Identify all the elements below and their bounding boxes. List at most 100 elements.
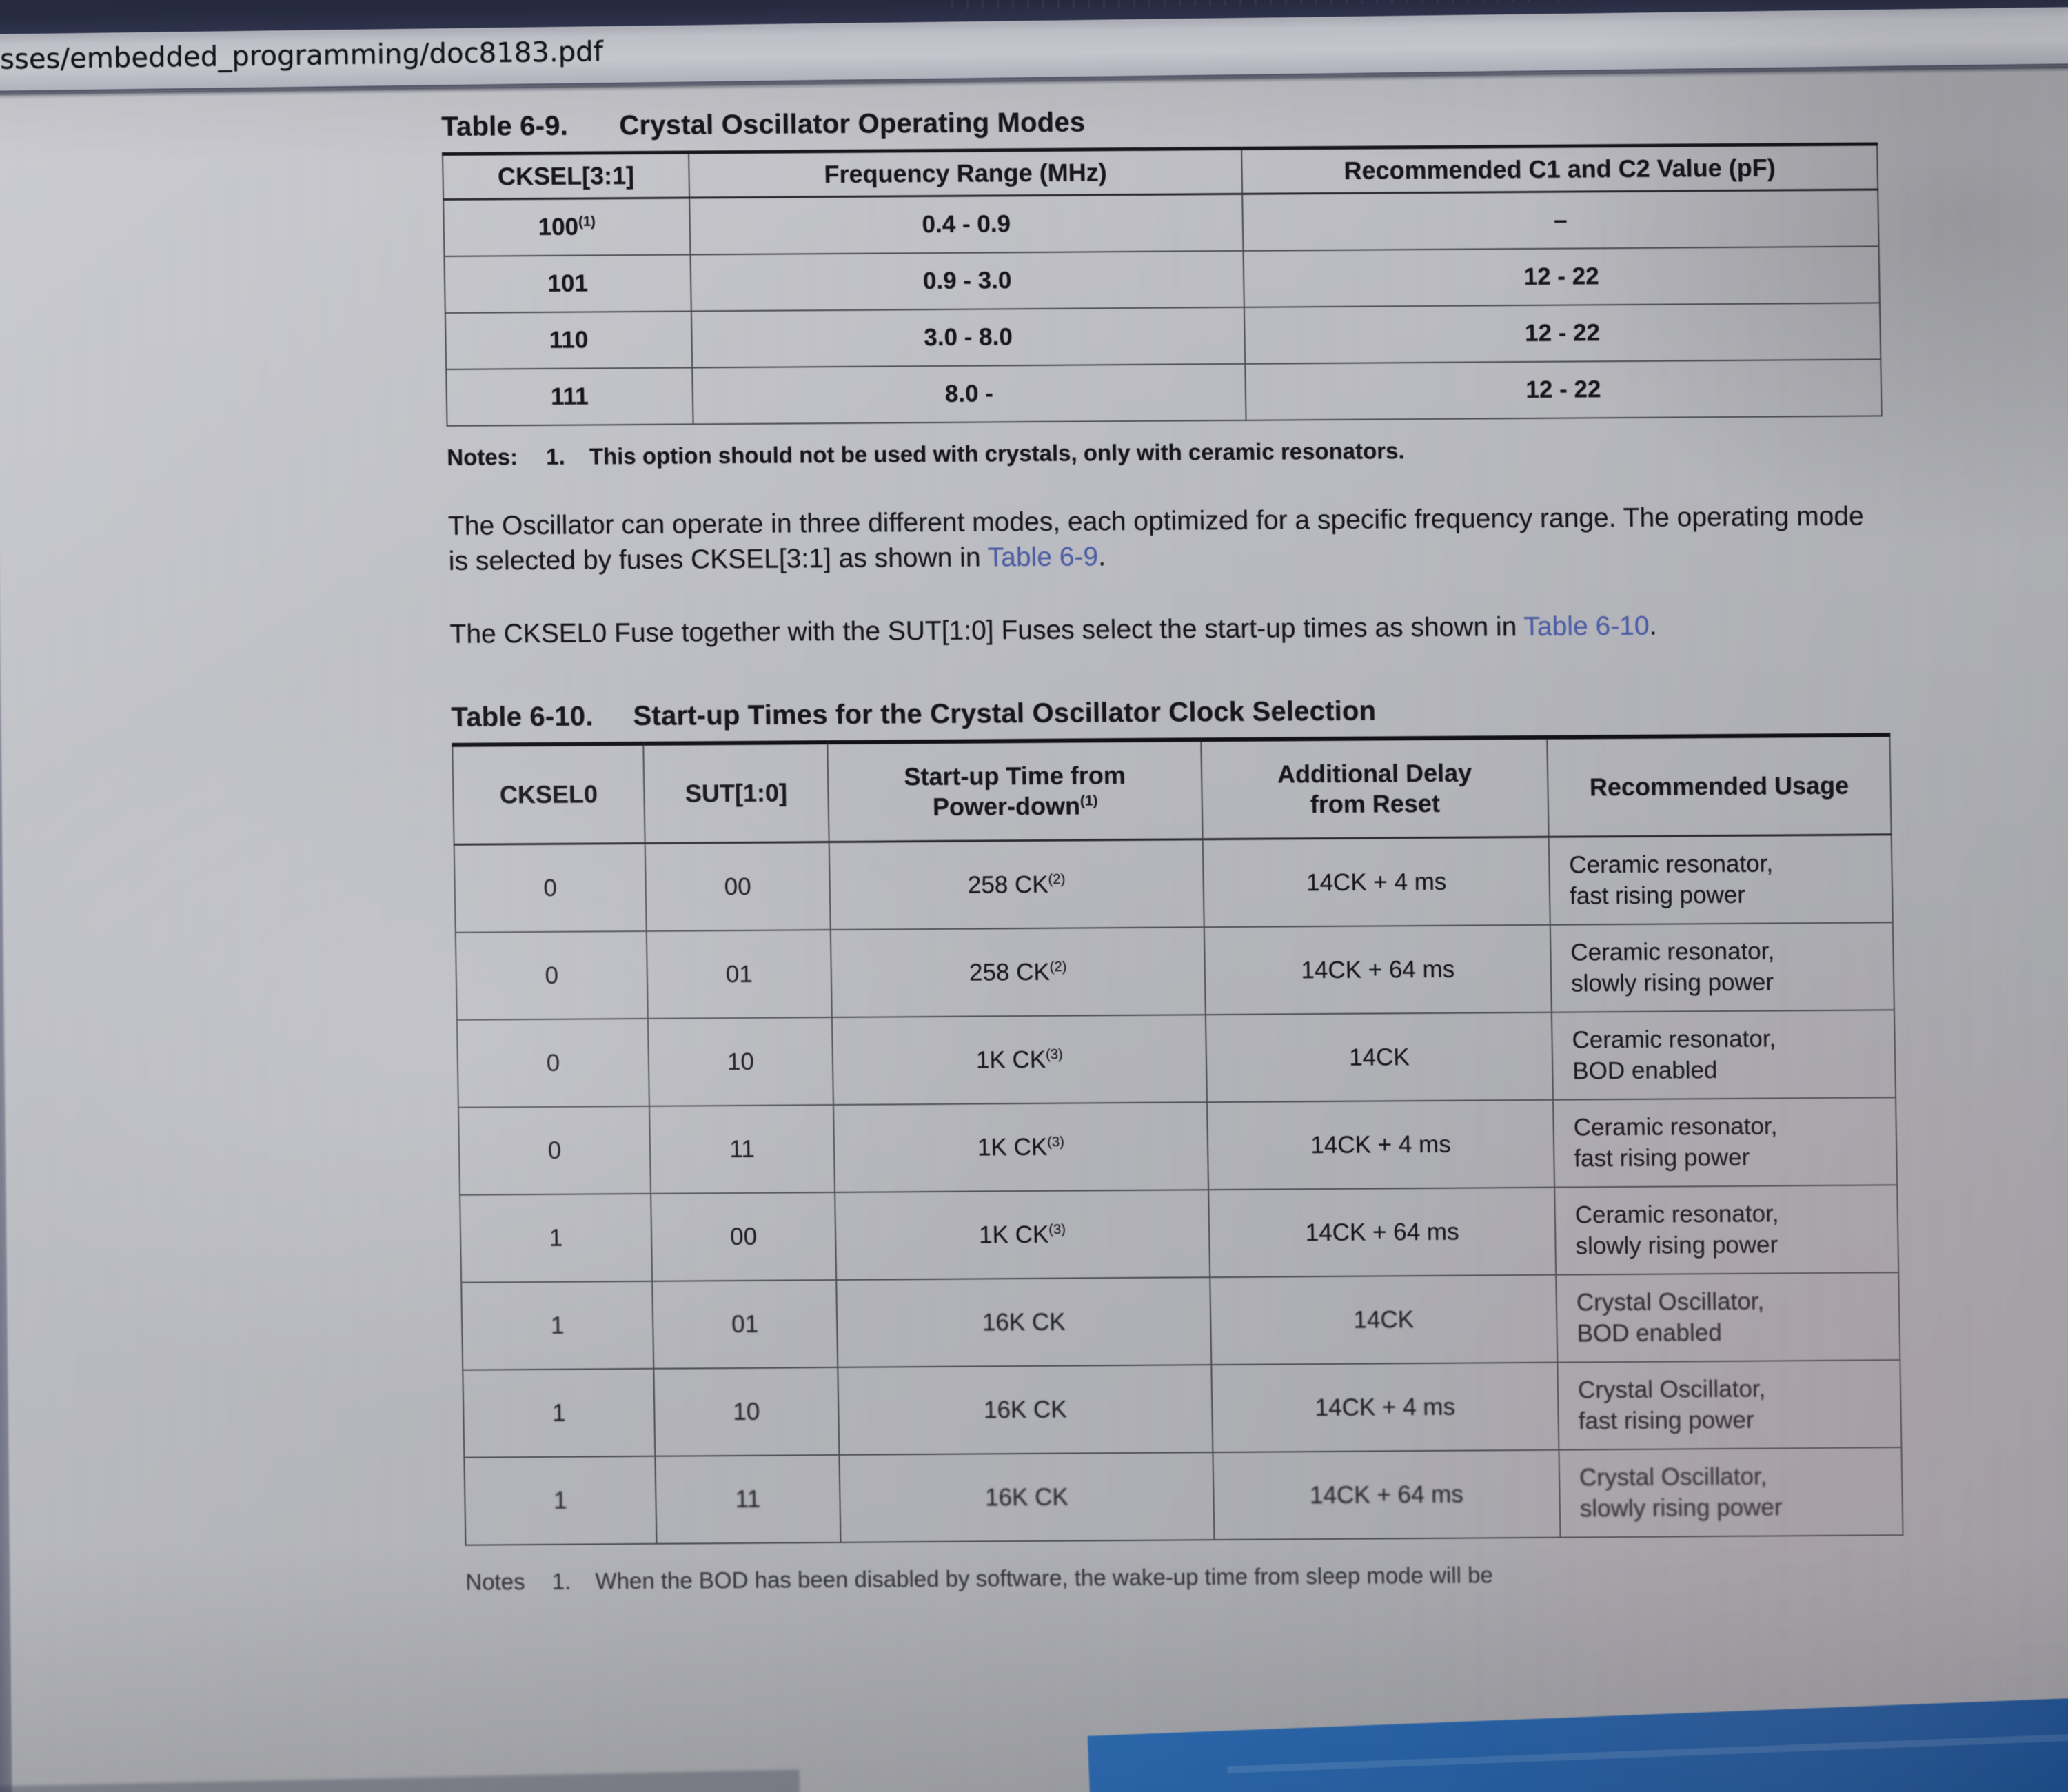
cell-additional-delay: 14CK xyxy=(1205,1012,1553,1103)
footnote-marker: (2) xyxy=(1048,871,1066,887)
table-row: 1 10 16K CK 14CK + 4 ms Crystal Oscillator, f… xyxy=(463,1360,1902,1458)
cell-recommended-usage: Ceramic resonator, fast rising power xyxy=(1548,834,1893,925)
table-row: CKSEL0 SUT[1:0] Start-up Time from Power… xyxy=(452,735,1892,845)
cell-frequency: 8.0 - xyxy=(692,363,1246,425)
usage-line-2: BOD enabled xyxy=(1572,1056,1718,1085)
pdf-content: Table 6-9. Crystal Oscillator Operating … xyxy=(441,101,1983,1596)
cell-sut: 01 xyxy=(646,930,832,1019)
cell-frequency: 0.4 - 0.9 xyxy=(689,194,1244,255)
footnote-marker: (2) xyxy=(1049,959,1067,975)
cell-sut: 11 xyxy=(649,1105,835,1194)
usage-line-2: fast rising power xyxy=(1578,1406,1754,1435)
cell-recommended-usage: Ceramic resonator, BOD enabled xyxy=(1551,1010,1896,1100)
notes-text: When the BOD has been disabled by softwa… xyxy=(595,1562,1494,1594)
cell-cksel0: 1 xyxy=(461,1281,654,1370)
cell-cksel: 100(1) xyxy=(443,197,691,256)
xref-table-6-10[interactable]: Table 6-10 xyxy=(1523,611,1650,642)
cell-capacitance: 12 - 22 xyxy=(1245,359,1882,420)
usage-line-2: slowly rising power xyxy=(1575,1230,1778,1260)
cell-sut: 10 xyxy=(647,1017,833,1106)
pdf-page: Table 6-9. Crystal Oscillator Operating … xyxy=(0,84,2068,1792)
table-row: 0 00 258 CK(2) 14CK + 4 ms Ceramic resonator… xyxy=(454,834,1893,933)
table-row: 110 3.0 - 8.0 12 - 22 xyxy=(445,303,1881,369)
cell-startup-time: 1K CK(3) xyxy=(833,1102,1209,1193)
cell-startup-time: 16K CK xyxy=(839,1452,1215,1542)
usage-line-2: BOD enabled xyxy=(1577,1318,1723,1347)
header-line-2: from Reset xyxy=(1310,788,1441,819)
cell-sut: 00 xyxy=(645,842,831,931)
cell-capacitance: 12 - 22 xyxy=(1244,303,1881,364)
notes-label: Notes xyxy=(465,1569,525,1595)
notes-index: 1. xyxy=(551,1568,571,1594)
cell-startup-time: 1K CK(3) xyxy=(835,1190,1210,1281)
usage-line-1: Ceramic resonator, xyxy=(1574,1200,1779,1229)
table-row: 1 11 16K CK 14CK + 64 ms Crystal Oscillator,… xyxy=(464,1447,1903,1545)
table-6-10-title: Table 6-10. Start-up Times for the Cryst… xyxy=(451,692,1968,733)
cell-cksel: 110 xyxy=(445,311,693,369)
cell-startup-time: 258 CK(2) xyxy=(830,927,1206,1018)
table-6-10-number: Table 6-10. xyxy=(451,701,594,733)
cell-startup-time: 16K CK xyxy=(838,1365,1213,1455)
col-header-additional-delay: Additional Delay from Reset xyxy=(1201,737,1549,839)
cell-cksel0: 0 xyxy=(456,1018,649,1108)
cell-capacitance: 12 - 22 xyxy=(1243,246,1880,307)
cell-sut: 11 xyxy=(655,1454,841,1544)
cell-cksel0: 1 xyxy=(460,1193,653,1283)
header-line-1: Additional Delay xyxy=(1277,758,1472,788)
col-header-startup-time: Start-up Time from Power-down(1) xyxy=(827,740,1203,842)
table-6-10-notes: Notes 1. When the BOD has been disabled … xyxy=(465,1558,1983,1595)
xref-table-6-9[interactable]: Table 6-9 xyxy=(987,542,1098,572)
paragraph-text-end: . xyxy=(1097,541,1106,572)
footnote-marker: (3) xyxy=(1046,1134,1065,1150)
cell-cksel: 101 xyxy=(444,254,691,313)
cell-cksel0: 0 xyxy=(458,1106,651,1195)
paragraph-text: The CKSEL0 Fuse together with the SUT[1:… xyxy=(449,612,1524,650)
cell-cksel0: 0 xyxy=(454,843,647,933)
usage-line-1: Ceramic resonator, xyxy=(1569,850,1774,879)
usage-line-1: Ceramic resonator, xyxy=(1570,937,1775,966)
table-6-9-notes: Notes: 1. This option should not be used… xyxy=(447,434,1964,471)
cell-sut: 10 xyxy=(653,1367,840,1456)
cell-additional-delay: 14CK + 64 ms xyxy=(1208,1187,1557,1278)
table-6-9-title: Table 6-9. Crystal Oscillator Operating … xyxy=(441,101,1958,143)
cell-cksel: 111 xyxy=(446,367,693,426)
paragraph-text: The Oscillator can operate in three diff… xyxy=(447,501,1865,576)
table-row: 1 01 16K CK 14CK Crystal Oscillator, BOD enab… xyxy=(461,1272,1900,1370)
col-header-cksel0: CKSEL0 xyxy=(452,743,645,845)
cell-recommended-usage: Crystal Oscillator, slowly rising power xyxy=(1559,1447,1903,1538)
table-6-10: CKSEL0 SUT[1:0] Start-up Time from Power… xyxy=(452,733,1903,1545)
header-line-1: Start-up Time from xyxy=(904,761,1126,791)
cell-additional-delay: 14CK xyxy=(1210,1274,1558,1365)
header-line-2: Power-down xyxy=(932,791,1081,822)
paragraph-text-end: . xyxy=(1649,611,1657,642)
usage-line-2: fast rising power xyxy=(1574,1143,1750,1172)
cell-startup-time: 258 CK(2) xyxy=(829,839,1204,930)
cell-cksel0: 1 xyxy=(463,1368,656,1458)
cell-text: 100 xyxy=(538,213,579,241)
url-text: sses/embedded_programming/doc8183.pdf xyxy=(0,36,604,76)
cell-recommended-usage: Crystal Oscillator, BOD enabled xyxy=(1556,1272,1900,1363)
cell-frequency: 3.0 - 8.0 xyxy=(691,307,1246,368)
col-header-frequency-range: Frequency Range (MHz) xyxy=(689,148,1243,198)
footnote-marker: (1) xyxy=(578,214,596,230)
usage-line-1: Crystal Oscillator, xyxy=(1576,1287,1765,1316)
table-6-9: CKSEL[3:1] Frequency Range (MHz) Recomme… xyxy=(442,142,1883,426)
notes-label: Notes: xyxy=(447,444,518,470)
cell-startup-time: 16K CK xyxy=(836,1277,1212,1368)
cell-additional-delay: 14CK + 64 ms xyxy=(1213,1449,1561,1540)
footnote-marker: (1) xyxy=(1079,793,1098,809)
cell-recommended-usage: Crystal Oscillator, fast rising power xyxy=(1557,1360,1902,1450)
cell-additional-delay: 14CK + 4 ms xyxy=(1202,837,1550,928)
table-row: 100(1) 0.4 - 0.9 – xyxy=(443,189,1879,256)
usage-line-1: Ceramic resonator, xyxy=(1573,1112,1778,1141)
table-row: 101 0.9 - 3.0 12 - 22 xyxy=(444,246,1880,313)
cell-recommended-usage: Ceramic resonator, fast rising power xyxy=(1552,1097,1898,1188)
col-header-recommended-usage: Recommended Usage xyxy=(1547,735,1892,837)
cell-additional-delay: 14CK + 4 ms xyxy=(1211,1362,1559,1453)
table-6-10-caption: Start-up Times for the Crystal Oscillato… xyxy=(633,695,1377,732)
footnote-marker: (3) xyxy=(1048,1221,1066,1237)
cell-startup-time: 1K CK(3) xyxy=(831,1015,1207,1106)
table-row: 0 11 1K CK(3) 14CK + 4 ms Ceramic resonator,… xyxy=(458,1097,1898,1195)
table-row: 0 10 1K CK(3) 14CK Ceramic resonator, BOD ena… xyxy=(456,1010,1896,1108)
cell-capacitance: – xyxy=(1242,189,1879,251)
